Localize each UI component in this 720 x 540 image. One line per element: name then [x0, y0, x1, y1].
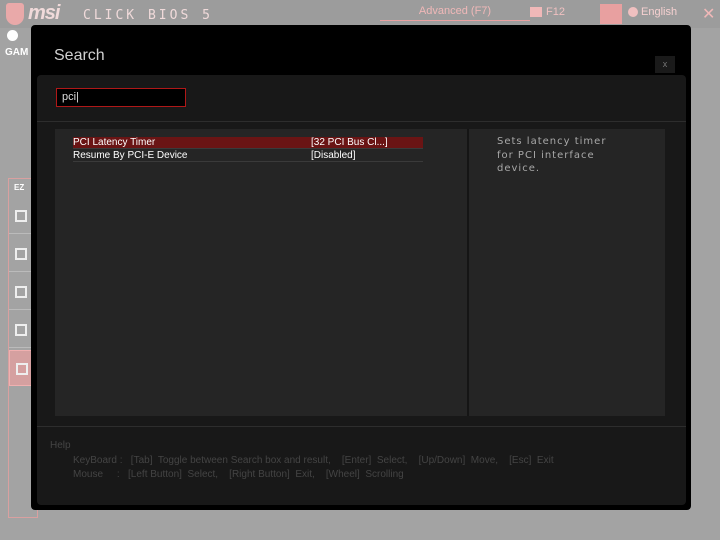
result-row[interactable]: Resume By PCI-E Device [Disabled] — [73, 150, 423, 162]
settings-icon — [16, 363, 28, 375]
result-row[interactable]: PCI Latency Timer [32 PCI Bus Cl...] — [73, 137, 423, 149]
fan-icon — [15, 324, 27, 336]
game-boost-label: GAM — [5, 47, 29, 58]
dialog-close-button[interactable]: x — [655, 56, 675, 73]
camera-icon — [530, 7, 542, 18]
advanced-mode-tab[interactable]: Advanced (F7) — [380, 3, 530, 21]
search-icon[interactable] — [600, 4, 622, 24]
brand-logo: msi — [28, 2, 60, 24]
close-icon[interactable]: ✕ — [702, 4, 715, 24]
result-value: [32 PCI Bus Cl...] — [311, 137, 388, 148]
search-dialog: Search x pci| PCI Latency Timer [32 PCI B… — [31, 25, 691, 510]
memory-icon — [15, 248, 27, 260]
language-button[interactable]: English — [628, 6, 677, 18]
result-value: [Disabled] — [311, 150, 356, 161]
results-list[interactable]: PCI Latency Timer [32 PCI Bus Cl...] Resu… — [55, 129, 467, 416]
screenshot-key-label: F12 — [546, 6, 565, 18]
dialog-body: pci| PCI Latency Timer [32 PCI Bus Cl...]… — [37, 75, 686, 505]
help-keyboard: KeyBoard : [Tab] Toggle between Search b… — [73, 455, 554, 466]
search-input[interactable]: pci| — [56, 88, 186, 107]
result-name: PCI Latency Timer — [73, 137, 156, 148]
globe-icon — [628, 7, 638, 18]
storage-icon — [15, 286, 27, 298]
dialog-title: Search — [54, 47, 105, 64]
help-mouse: Mouse : [Left Button] Select, [Right But… — [73, 469, 404, 480]
help-title: Help — [50, 440, 71, 451]
msi-dragon-logo-icon — [6, 3, 24, 25]
product-name: CLICK BIOS 5 — [83, 8, 213, 23]
description-panel: Sets latency timer for PCI interface dev… — [467, 129, 665, 416]
divider — [37, 121, 686, 122]
clock-icon — [7, 30, 18, 41]
language-label: English — [641, 6, 678, 18]
screenshot-button[interactable]: F12 — [530, 6, 565, 18]
top-bar: msi CLICK BIOS 5 Advanced (F7) F12 Engli… — [0, 0, 720, 28]
ez-mode-label: EZ — [14, 183, 25, 192]
cpu-icon — [15, 210, 27, 222]
divider — [37, 426, 686, 427]
result-name: Resume By PCI-E Device — [73, 150, 188, 161]
description-text: Sets latency timer for PCI interface dev… — [497, 136, 607, 174]
